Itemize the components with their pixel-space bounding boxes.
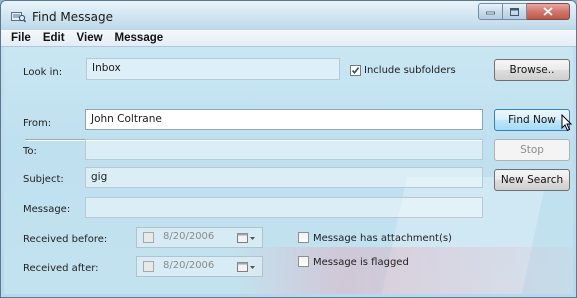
- background-decoration: [234, 247, 573, 294]
- to-input[interactable]: [85, 139, 483, 160]
- close-button[interactable]: [527, 3, 570, 20]
- find-message-window: Find Message File Edit View Message Look…: [0, 0, 577, 298]
- maximize-button[interactable]: [503, 3, 527, 20]
- received-before-label: Received before:: [23, 234, 108, 245]
- stop-button[interactable]: Stop: [494, 139, 570, 161]
- checkmark-icon: [351, 67, 360, 75]
- browse-button[interactable]: Browse..: [494, 59, 570, 81]
- received-after-label: Received after:: [23, 263, 99, 274]
- mouse-cursor-icon: [561, 114, 573, 132]
- window-title: Find Message: [32, 10, 113, 24]
- received-after-date: 8/20/2006: [163, 260, 215, 271]
- minimize-button[interactable]: [478, 3, 503, 20]
- search-form: Look in: Inbox Include subfolders Browse…: [4, 47, 573, 294]
- subject-label: Subject:: [23, 174, 64, 185]
- calendar-dropdown-icon[interactable]: [236, 260, 258, 274]
- from-input[interactable]: John Coltrane: [85, 109, 483, 130]
- menu-view[interactable]: View: [71, 32, 109, 44]
- include-subfolders-label: Include subfolders: [364, 65, 456, 76]
- maximize-icon: [510, 7, 519, 16]
- received-after-checkbox[interactable]: [143, 261, 154, 272]
- subject-input[interactable]: gig: [85, 167, 483, 188]
- find-message-icon: [11, 12, 26, 23]
- received-before-checkbox[interactable]: [143, 232, 154, 243]
- is-flagged-checkbox[interactable]: [298, 256, 309, 267]
- look-in-field[interactable]: Inbox: [86, 58, 340, 80]
- calendar-dropdown-icon[interactable]: [236, 231, 258, 245]
- menu-file[interactable]: File: [5, 32, 37, 44]
- message-input[interactable]: [85, 197, 483, 218]
- find-now-button[interactable]: Find Now: [494, 109, 570, 131]
- look-in-label: Look in:: [23, 67, 63, 78]
- received-before-date-picker[interactable]: 8/20/2006: [136, 227, 263, 248]
- from-label: From:: [23, 118, 52, 129]
- include-subfolders-checkbox[interactable]: [350, 65, 361, 76]
- menu-edit[interactable]: Edit: [37, 32, 71, 44]
- received-before-date: 8/20/2006: [163, 231, 215, 242]
- message-label: Message:: [23, 204, 71, 215]
- new-search-button[interactable]: New Search: [494, 169, 570, 191]
- has-attachment-label: Message has attachment(s): [313, 233, 452, 244]
- title-bar[interactable]: Find Message: [1, 1, 576, 31]
- minimize-icon: [486, 11, 495, 14]
- menu-bar: File Edit View Message: [1, 30, 576, 47]
- has-attachment-checkbox[interactable]: [298, 232, 309, 243]
- to-label: To:: [23, 146, 37, 157]
- received-after-date-picker[interactable]: 8/20/2006: [136, 256, 263, 277]
- close-icon: [543, 7, 553, 16]
- caption-buttons: [478, 3, 570, 20]
- is-flagged-label: Message is flagged: [313, 257, 409, 268]
- menu-message[interactable]: Message: [109, 32, 170, 44]
